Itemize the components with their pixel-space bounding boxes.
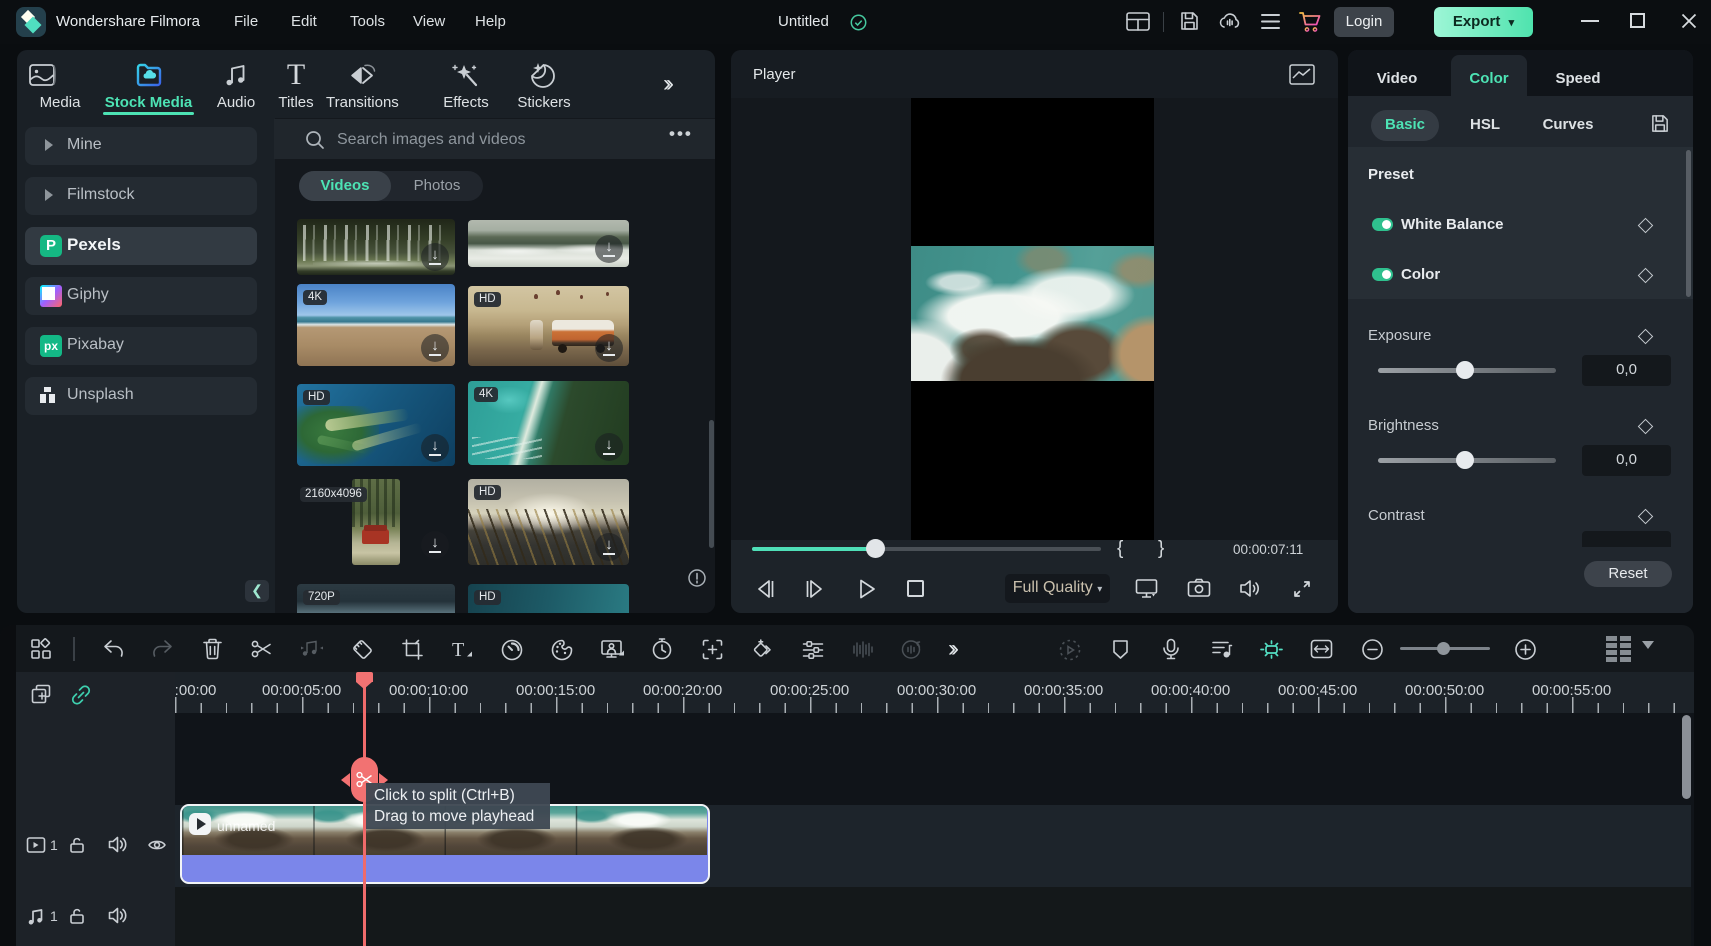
svg-text:T: T [452, 639, 464, 661]
